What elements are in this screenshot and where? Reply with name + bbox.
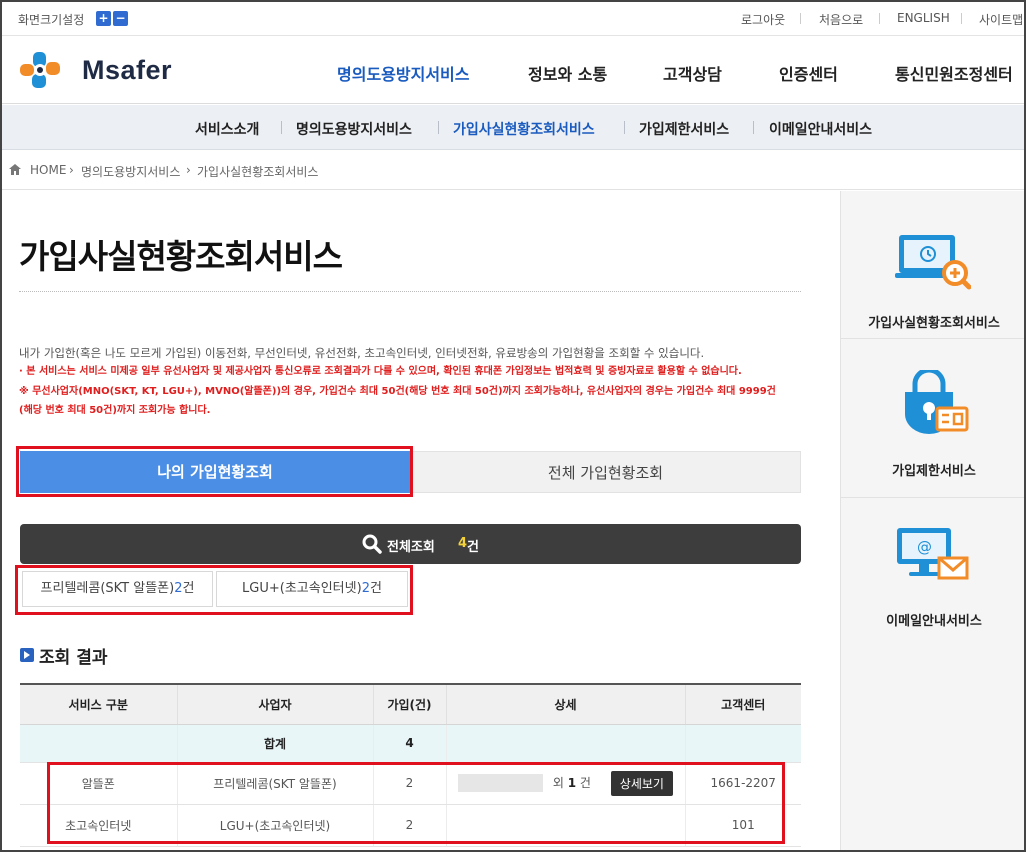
sidebar-item-email-notice[interactable]: @ 이메일안내서비스 (841, 498, 1024, 646)
gnb-complaint-center[interactable]: 통신민원조정센터 (895, 61, 1013, 85)
total-value: 4 (372, 724, 446, 763)
sidebar-item-subscription-lookup[interactable]: 가입사실현황조회서비스 (841, 191, 1024, 339)
table-cell (445, 724, 685, 763)
highlight-box (47, 762, 785, 844)
search-unit: 건 (467, 540, 479, 555)
divider (281, 121, 282, 134)
breadcrumb-identity-protection[interactable]: 명의도용방지서비스 (81, 163, 180, 180)
home-icon (9, 164, 21, 175)
column-header: 상세 (445, 683, 685, 725)
column-header: 고객센터 (684, 683, 801, 725)
logout-link[interactable]: 로그아웃 (741, 11, 785, 28)
gnb-identity-protection[interactable]: 명의도용방지서비스 (337, 61, 469, 85)
page: 화면크기설정 + − 로그아웃 처음으로 ENGLISH 사이트맵 Msafer… (0, 0, 1026, 852)
lock-shield-icon (905, 370, 969, 434)
logo[interactable]: Msafer (18, 50, 178, 90)
breadcrumb: HOME › 명의도용방지서비스 › 가입사실현황조회서비스 (2, 150, 1024, 190)
divider (961, 13, 962, 24)
gnb-customer-support[interactable]: 고객상담 (663, 61, 722, 85)
chevron-right-icon: › (186, 163, 191, 177)
gnb-certificate-center[interactable]: 인증센터 (779, 61, 838, 85)
sidebar-label: 이메일안내서비스 (886, 614, 982, 629)
english-link[interactable]: ENGLISH (897, 11, 950, 25)
table-cell (684, 724, 801, 763)
divider (438, 121, 439, 134)
divider (753, 121, 754, 134)
sub-navigation: 서비스소개 명의도용방지서비스 가입사실현황조회서비스 가입제한서비스 이메일안… (2, 105, 1024, 150)
utility-bar: 화면크기설정 + − 로그아웃 처음으로 ENGLISH 사이트맵 (2, 2, 1024, 36)
search-count: 4 (458, 536, 468, 551)
font-decrease-button[interactable]: − (113, 11, 128, 26)
service-description: 내가 가입한(혹은 나도 모르게 가입된) 이동전화, 무선인터넷, 유선전화,… (19, 346, 705, 360)
sidebar-label: 가입사실현황조회서비스 (868, 316, 1000, 331)
logo-mark-icon (20, 52, 60, 88)
result-title: 조회 결과 (39, 648, 108, 668)
svg-text:@: @ (917, 538, 932, 556)
logo-text: Msafer (82, 55, 173, 85)
search-icon (362, 534, 382, 554)
column-header: 사업자 (176, 683, 373, 725)
breadcrumb-current: 가입사실현황조회서비스 (197, 165, 319, 179)
page-title: 가입사실현황조회서비스 (19, 237, 343, 276)
monitor-search-icon (895, 235, 971, 290)
subnav-email-notice[interactable]: 이메일안내서비스 (769, 119, 872, 139)
gnb-info[interactable]: 정보와 소통 (528, 61, 607, 85)
divider (879, 13, 880, 24)
table-cell (20, 724, 177, 763)
monitor-mail-icon: @ (897, 528, 969, 580)
search-label: 전체조회 (387, 540, 435, 555)
tab-all-subscriptions[interactable]: 전체 가입현황조회 (410, 451, 801, 493)
header: Msafer 명의도용방지서비스 정보와 소통 고객상담 인증센터 통신민원조정… (2, 36, 1024, 104)
sidebar-label: 가입제한서비스 (892, 464, 976, 479)
column-header: 서비스 구분 (20, 683, 177, 725)
font-increase-button[interactable]: + (96, 11, 111, 26)
subnav-intro[interactable]: 서비스소개 (195, 119, 259, 139)
highlight-box (15, 565, 413, 615)
sitemap-link[interactable]: 사이트맵 (979, 11, 1023, 28)
sidebar: 가입사실현황조회서비스 가입제한서비스 @ 이메일안내서비스 (840, 191, 1024, 850)
notice-text: · 본 서비스는 서비스 미제공 일부 유선사업자 및 제공사업자 통신오류로 … (19, 366, 742, 377)
total-search-bar[interactable]: 전체조회 4 건 (20, 524, 801, 564)
total-label: 합계 (176, 724, 373, 763)
home-link[interactable]: 처음으로 (819, 11, 863, 28)
divider (624, 121, 625, 134)
subnav-subscription-lookup[interactable]: 가입사실현황조회서비스 (453, 119, 595, 139)
notice-text: (해당 번호 최대 50건)까지 조회가능 합니다. (19, 405, 211, 416)
subnav-subscription-limit[interactable]: 가입제한서비스 (639, 119, 729, 139)
table-header-row: 서비스 구분 사업자 가입(건) 상세 고객센터 (20, 683, 801, 725)
divider (19, 291, 801, 292)
highlight-box (16, 446, 413, 497)
breadcrumb-home[interactable]: HOME (30, 163, 66, 177)
column-header: 가입(건) (372, 683, 446, 725)
total-row: 합계 4 (20, 724, 801, 763)
section-bullet-icon (20, 648, 34, 662)
divider (800, 13, 801, 24)
subnav-identity-protection[interactable]: 명의도용방지서비스 (296, 119, 412, 139)
font-size-label: 화면크기설정 (18, 13, 85, 27)
sidebar-item-subscription-limit[interactable]: 가입제한서비스 (841, 350, 1024, 498)
notice-text: ※ 무선사업자(MNO(SKT, KT, LGU+), MVNO(알뜰폰))의 … (19, 386, 776, 397)
chevron-right-icon: › (69, 163, 74, 177)
